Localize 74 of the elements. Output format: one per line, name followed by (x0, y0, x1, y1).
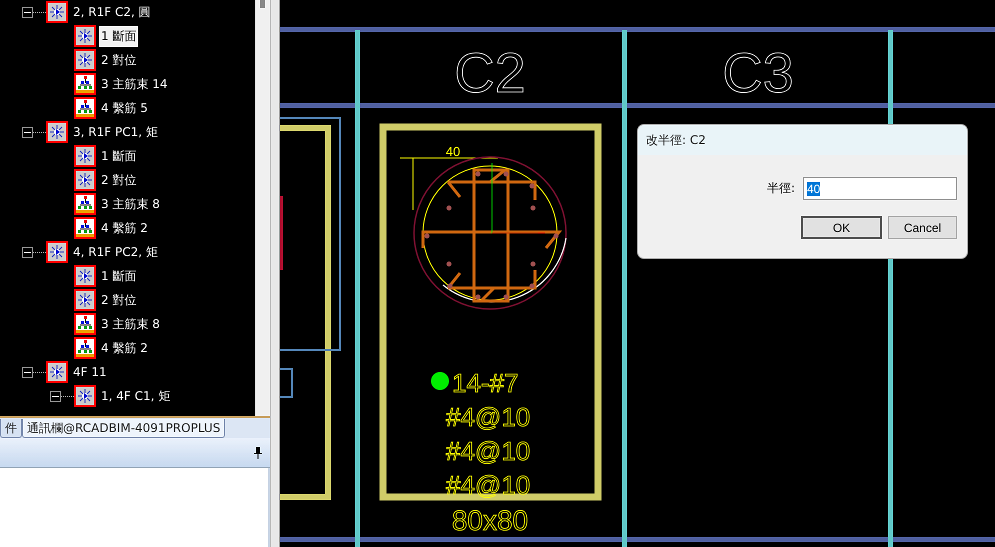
collapse-toggle[interactable] (22, 366, 33, 378)
panel-tab[interactable]: 件 (0, 419, 22, 438)
dimension-value: 40 (446, 144, 460, 159)
collapse-toggle[interactable] (50, 390, 61, 402)
hierarchy-icon (76, 195, 94, 213)
dialog-button[interactable]: Cancel (888, 216, 957, 239)
section-icon (77, 292, 93, 308)
section-icon (49, 244, 65, 260)
tree-node-icon[interactable] (74, 337, 96, 359)
section-icon (49, 124, 65, 140)
section-icon (77, 148, 93, 164)
tree-item[interactable]: 1 斷面 (99, 266, 138, 286)
rebar-note: #4@10 (446, 402, 530, 432)
tree-node-icon[interactable] (74, 97, 96, 119)
collapse-toggle[interactable] (22, 6, 33, 18)
field-label: 半徑: (766, 180, 795, 197)
tree-node-icon[interactable] (74, 193, 96, 215)
tree-item[interactable]: 4 繫筋 2 (99, 218, 150, 238)
section-icon (77, 28, 93, 44)
tree-item[interactable]: 2, R1F C2, 圓 (71, 2, 153, 22)
collapse-toggle[interactable] (22, 246, 33, 258)
tree-node-icon[interactable] (74, 313, 96, 335)
tree-item[interactable]: 2 對位 (99, 50, 138, 70)
section-icon (49, 364, 65, 380)
tree-node-icon[interactable] (46, 1, 68, 23)
tree-item[interactable]: 2 對位 (99, 290, 138, 310)
section-icon (77, 388, 93, 404)
section-icon (77, 172, 93, 188)
hierarchy-icon (76, 339, 94, 357)
tree-item[interactable]: 4, R1F PC2, 矩 (71, 242, 160, 262)
tree-item[interactable]: 2 對位 (99, 170, 138, 190)
dialog-button[interactable]: OK (801, 216, 882, 239)
tree-item[interactable]: 1 斷面 (99, 146, 138, 166)
tree-node-icon[interactable] (46, 241, 68, 263)
tree-node-icon[interactable] (46, 361, 68, 383)
section-icon (49, 4, 65, 20)
hierarchy-icon (76, 99, 94, 117)
hierarchy-icon (76, 315, 94, 333)
tree-item[interactable]: 1, 4F C1, 矩 (99, 386, 172, 406)
tree-item[interactable]: 3 主筋束 14 (99, 74, 170, 94)
tree-item[interactable]: 4F 11 (71, 363, 109, 381)
tree-node-icon[interactable] (46, 121, 68, 143)
rebar-note: #4@10 (446, 436, 530, 466)
tree-node-icon[interactable] (74, 25, 96, 47)
tree-node-icon[interactable] (74, 385, 96, 407)
tree-node-icon[interactable] (74, 217, 96, 239)
tree-item[interactable]: 3, R1F PC1, 矩 (71, 122, 160, 142)
section-icon (77, 268, 93, 284)
radius-field[interactable]: 40 (803, 177, 957, 200)
tree-node-icon[interactable] (74, 265, 96, 287)
column-label: C3 (722, 41, 794, 104)
tree-node-icon[interactable] (74, 145, 96, 167)
tree-node-icon[interactable] (74, 169, 96, 191)
tree-item[interactable]: 3 主筋束 8 (99, 194, 162, 214)
tree-item[interactable]: 4 繫筋 2 (99, 338, 150, 358)
section-size: 80x80 (452, 505, 528, 536)
tree-node-icon[interactable] (74, 289, 96, 311)
dialog-title: 改半徑: C2 (638, 125, 967, 155)
tree-item[interactable]: 1 斷面 (99, 26, 138, 46)
rebar-note: 14-#7 (452, 368, 518, 398)
tree-item[interactable]: 4 繫筋 5 (99, 98, 150, 118)
dot-marker (431, 372, 449, 390)
collapse-toggle[interactable] (22, 126, 33, 138)
scrollbar[interactable] (255, 0, 270, 416)
section-icon (77, 52, 93, 68)
tree-node-icon[interactable] (74, 49, 96, 71)
tree-node-icon[interactable] (74, 73, 96, 95)
column-label: C2 (454, 41, 526, 104)
tree-item[interactable]: 3 主筋束 8 (99, 314, 162, 334)
rebar-note: #4@10 (446, 470, 530, 500)
hierarchy-icon (76, 219, 94, 237)
pin-icon[interactable] (254, 446, 262, 458)
panel-tab[interactable]: 通訊欄@RCADBIM-4091PROPLUS (22, 419, 226, 438)
hierarchy-icon (76, 75, 94, 93)
